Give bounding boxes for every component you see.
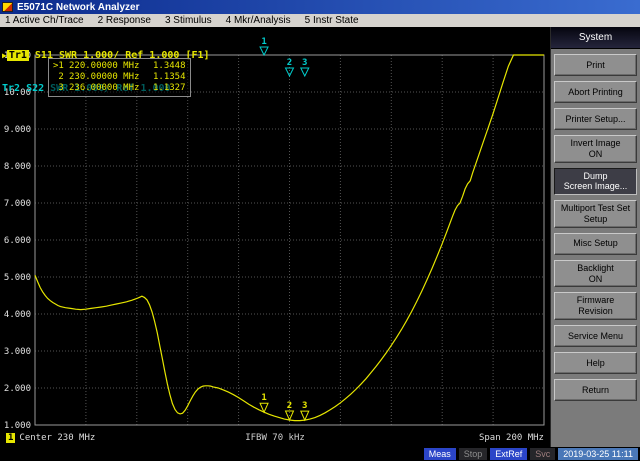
span-label: Span 200 MHz xyxy=(365,433,544,443)
softkey-label: Return xyxy=(556,385,635,396)
marker-tr2-1-number: 1 xyxy=(261,37,266,47)
softkey-label: Backlight xyxy=(556,263,635,274)
y-axis-tick-label: 1.000 xyxy=(4,421,31,429)
softkey-dump-screen-image[interactable]: DumpScreen Image... xyxy=(554,168,637,196)
marker1-frequency: 220.00000 MHz xyxy=(69,61,153,72)
softkey-label: Revision xyxy=(556,306,635,317)
y-axis-tick-label: 9.000 xyxy=(4,125,31,135)
softkey-backlight[interactable]: BacklightON xyxy=(554,260,637,288)
y-axis-tick-label: 6.000 xyxy=(4,236,31,246)
y-axis-tick-label: 2.000 xyxy=(4,384,31,394)
softkey-state: ON xyxy=(556,149,635,160)
softkey-label: Help xyxy=(556,358,635,369)
status-svc-badge: Svc xyxy=(530,448,555,460)
softkey-print[interactable]: Print xyxy=(554,54,637,76)
marker-tr2-3-icon xyxy=(301,68,309,76)
softkey-label: Service Menu xyxy=(556,331,635,342)
marker-readout-table: >1220.00000 MHz1.3448 2230.00000 MHz1.13… xyxy=(48,58,191,97)
main-area: ▶Tr1 S11 SWR 1.000/ Ref 1.000 [F1] Tr2 S… xyxy=(0,27,640,447)
softkey-sidebar: System Print Abort Printing Printer Setu… xyxy=(550,27,640,447)
menu-item-stimulus[interactable]: 3 Stimulus xyxy=(165,15,212,26)
softkey-label: Firmware xyxy=(556,295,635,306)
y-axis-tick-label: 8.000 xyxy=(4,162,31,172)
title-bar: E5071C Network Analyzer xyxy=(0,0,640,14)
softkey-service-menu[interactable]: Service Menu xyxy=(554,325,637,347)
graph-pane: ▶Tr1 S11 SWR 1.000/ Ref 1.000 [F1] Tr2 S… xyxy=(0,27,550,447)
marker1-value: 1.3448 xyxy=(153,61,186,72)
trace2-name[interactable]: Tr2 xyxy=(2,83,20,94)
marker1-number: >1 xyxy=(53,61,69,72)
channel-indicator: 1 xyxy=(6,433,15,443)
y-axis-tick-label: 4.000 xyxy=(4,310,31,320)
marker-row-2: 2230.00000 MHz1.1354 xyxy=(53,72,186,83)
softkey-label: Screen Image... xyxy=(556,181,635,192)
marker-tr2-2-number: 2 xyxy=(287,58,292,68)
softkey-list: Print Abort Printing Printer Setup... In… xyxy=(551,49,640,406)
y-axis-tick-label: 7.000 xyxy=(4,199,31,209)
softkey-label: Print xyxy=(556,60,635,71)
center-frequency-label: Center 230 MHz xyxy=(19,433,95,443)
softkey-label: Misc Setup xyxy=(556,238,635,249)
marker2-number: 2 xyxy=(53,72,69,83)
softkey-label: Multiport Test Set xyxy=(556,203,635,214)
status-bar: Meas Stop ExtRef Svc 2019-03-25 11:11 xyxy=(0,447,640,461)
menu-item-mkr-analysis[interactable]: 4 Mkr/Analysis xyxy=(226,15,291,26)
softkey-label: Invert Image xyxy=(556,138,635,149)
marker2-frequency: 230.00000 MHz xyxy=(69,72,153,83)
trace1-name[interactable]: Tr1 xyxy=(7,50,29,61)
softkey-printer-setup[interactable]: Printer Setup... xyxy=(554,108,637,130)
marker3-number: 3 xyxy=(53,83,69,94)
marker-tr1-1-number: 1 xyxy=(261,393,266,403)
marker-tr2-1-icon xyxy=(260,47,268,55)
softkey-label: Abort Printing xyxy=(556,87,635,98)
menu-item-instr-state[interactable]: 5 Instr State xyxy=(305,15,359,26)
marker-tr1-2-number: 2 xyxy=(287,401,292,411)
marker-row-1: >1220.00000 MHz1.3448 xyxy=(53,61,186,72)
y-axis-tick-label: 3.000 xyxy=(4,347,31,357)
status-meas-badge: Meas xyxy=(424,448,456,460)
softkey-multiport-test-set-setup[interactable]: Multiport Test SetSetup xyxy=(554,200,637,228)
softkey-label: Setup xyxy=(556,214,635,225)
marker-tr1-3-number: 3 xyxy=(302,401,307,411)
stimulus-bar: 1 Center 230 MHz IFBW 70 kHz Span 200 MHz xyxy=(0,429,550,447)
instrument-screen: E5071C Network Analyzer 1 Active Ch/Trac… xyxy=(0,0,640,461)
softkey-firmware-revision[interactable]: FirmwareRevision xyxy=(554,292,637,320)
softkey-menu-title: System xyxy=(551,27,640,49)
center-frequency-group: 1 Center 230 MHz xyxy=(6,433,185,443)
menu-bar: 1 Active Ch/Trace 2 Response 3 Stimulus … xyxy=(0,14,640,27)
marker-tr2-3-number: 3 xyxy=(302,58,307,68)
marker3-value: 1.1327 xyxy=(153,83,186,94)
menu-item-response[interactable]: 2 Response xyxy=(98,15,151,26)
softkey-label: Dump xyxy=(556,171,635,182)
marker3-frequency: 236.00000 MHz xyxy=(69,83,153,94)
marker2-value: 1.1354 xyxy=(153,72,186,83)
softkey-invert-image[interactable]: Invert ImageON xyxy=(554,135,637,163)
status-extref-badge: ExtRef xyxy=(490,448,527,460)
y-axis-tick-label: 5.000 xyxy=(4,273,31,283)
status-stop-badge: Stop xyxy=(459,448,488,460)
marker-row-3: 3236.00000 MHz1.1327 xyxy=(53,83,186,94)
ifbw-label: IFBW 70 kHz xyxy=(185,433,364,443)
softkey-return[interactable]: Return xyxy=(554,379,637,401)
softkey-label: Printer Setup... xyxy=(556,114,635,125)
menu-item-active-ch-trace[interactable]: 1 Active Ch/Trace xyxy=(5,15,84,26)
marker-tr1-3-icon xyxy=(301,411,309,420)
app-icon xyxy=(2,2,13,12)
softkey-abort-printing[interactable]: Abort Printing xyxy=(554,81,637,103)
marker-tr2-2-icon xyxy=(286,68,294,76)
softkey-help[interactable]: Help xyxy=(554,352,637,374)
status-datetime: 2019-03-25 11:11 xyxy=(558,448,638,460)
softkey-state: ON xyxy=(556,274,635,285)
softkey-misc-setup[interactable]: Misc Setup xyxy=(554,233,637,255)
window-title: E5071C Network Analyzer xyxy=(17,2,139,13)
